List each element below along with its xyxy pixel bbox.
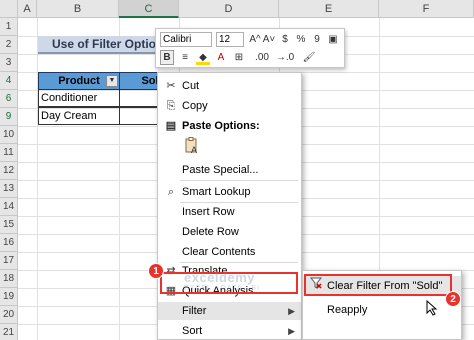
menu-item-clear-contents[interactable]: Clear Contents (158, 243, 301, 261)
align-center-icon[interactable]: ≡ (178, 50, 192, 65)
step-badge-2: 2 (445, 291, 461, 307)
menu-item-cut[interactable]: ✂ Cut (158, 77, 301, 95)
bold-button[interactable]: B (160, 50, 174, 65)
row-header[interactable]: 13 (0, 180, 18, 198)
font-size-box[interactable]: 12 (216, 32, 244, 47)
svg-text:A: A (191, 145, 197, 155)
scissors-icon: ✂ (166, 80, 176, 92)
menu-item-label: Sort (182, 325, 203, 337)
mini-toolbar: Calibri 12 A^ A˅ $ % 9 ▣ B ≡ ◆ A ⊞ .00 →… (155, 28, 345, 68)
format-painter-icon[interactable]: 🖌 (302, 50, 316, 65)
row-header[interactable]: 18 (0, 270, 18, 288)
row-header[interactable]: 2 (0, 36, 18, 54)
copy-icon: ⎘ (166, 100, 176, 112)
row-header[interactable]: 20 (0, 306, 18, 324)
chevron-right-icon: ▶ (288, 306, 295, 316)
step-badge-1: 1 (148, 263, 164, 279)
menu-item-label: Smart Lookup (182, 186, 251, 198)
increase-font-icon[interactable]: A^ (248, 32, 262, 47)
row-header[interactable]: 16 (0, 234, 18, 252)
filter-dropdown-icon[interactable]: ▼ (106, 75, 118, 87)
menu-header-paste-options: ▤ Paste Options: (158, 117, 301, 135)
table-cell[interactable]: Day Cream (38, 107, 120, 125)
menu-item-paste-special[interactable]: Paste Special... (158, 161, 301, 179)
menu-item-delete-row[interactable]: Delete Row (158, 223, 301, 241)
row-header[interactable]: 3 (0, 54, 18, 72)
highlight-box-clear-filter (304, 274, 452, 296)
row-header[interactable]: 9 (0, 108, 18, 126)
row-header[interactable]: 10 (0, 126, 18, 144)
column-header-a[interactable]: A (18, 0, 37, 18)
borders-icon[interactable]: ⊞ (232, 50, 246, 65)
mouse-cursor-icon (426, 300, 438, 316)
column-header-e[interactable]: E (279, 0, 379, 18)
column-header-d[interactable]: D (179, 0, 279, 18)
row-header[interactable]: 6 (0, 90, 18, 108)
column-header-f[interactable]: F (379, 0, 474, 18)
font-color-icon[interactable]: A (214, 50, 228, 65)
fill-color-icon[interactable]: ◆ (196, 50, 210, 65)
comma-style-icon[interactable]: 9 (310, 32, 324, 47)
decrease-font-icon[interactable]: A˅ (262, 32, 276, 47)
gridline (37, 18, 38, 340)
table-cell[interactable]: Conditioner (38, 89, 120, 107)
search-icon: ⌕ (167, 186, 175, 198)
row-header[interactable]: 1 (0, 18, 18, 36)
menu-item-smart-lookup[interactable]: ⌕ Smart Lookup (158, 183, 301, 201)
menu-item-label: Filter (182, 305, 207, 317)
currency-icon[interactable]: $ (278, 32, 292, 47)
increase-decimal-icon[interactable]: .00 (252, 50, 272, 65)
table-header-label: Sol (141, 75, 159, 87)
watermark-text: exceldemy (184, 270, 255, 285)
row-header[interactable]: 4 (0, 72, 18, 90)
table-header-product[interactable]: Product ▼ (38, 72, 120, 90)
row-header[interactable]: 21 (0, 324, 18, 340)
column-header-c[interactable]: C (119, 0, 179, 18)
context-menu: ✂ Cut ⎘ Copy ▤ Paste Options: A Paste Sp… (157, 72, 302, 340)
column-header-b[interactable]: B (37, 0, 119, 18)
menu-separator (180, 180, 298, 181)
menu-item-sort[interactable]: Sort ▶ (158, 322, 301, 340)
row-header[interactable]: 11 (0, 144, 18, 162)
menu-item-label: Copy (182, 100, 208, 112)
submenu-item-label: Reapply (327, 304, 368, 316)
menu-item-label: Cut (182, 80, 200, 92)
row-header[interactable]: 14 (0, 198, 18, 216)
paste-icon: ▤ (165, 120, 177, 132)
watermark-subtext: EXCEL · DATA · BI (184, 285, 260, 292)
row-header[interactable]: 17 (0, 252, 18, 270)
chevron-right-icon: ▶ (288, 326, 295, 336)
select-all-corner[interactable] (0, 0, 18, 18)
format-table-icon[interactable]: ▣ (326, 32, 340, 47)
menu-item-label: Paste Options: (182, 120, 260, 132)
row-header[interactable]: 19 (0, 288, 18, 306)
menu-item-copy[interactable]: ⎘ Copy (158, 97, 301, 115)
table-header-label: Product (58, 75, 100, 87)
row-header[interactable]: 12 (0, 162, 18, 180)
gridline (119, 18, 120, 340)
decrease-decimal-icon[interactable]: →.0 (274, 50, 296, 65)
row-header[interactable]: 15 (0, 216, 18, 234)
menu-item-insert-row[interactable]: Insert Row (158, 203, 301, 221)
percent-icon[interactable]: % (294, 32, 308, 47)
watermark: exceldemy EXCEL · DATA · BI (184, 270, 260, 292)
font-name-box[interactable]: Calibri (160, 32, 212, 47)
menu-item-filter[interactable]: Filter ▶ (158, 302, 301, 320)
paste-text-only-icon[interactable]: A (185, 137, 199, 155)
